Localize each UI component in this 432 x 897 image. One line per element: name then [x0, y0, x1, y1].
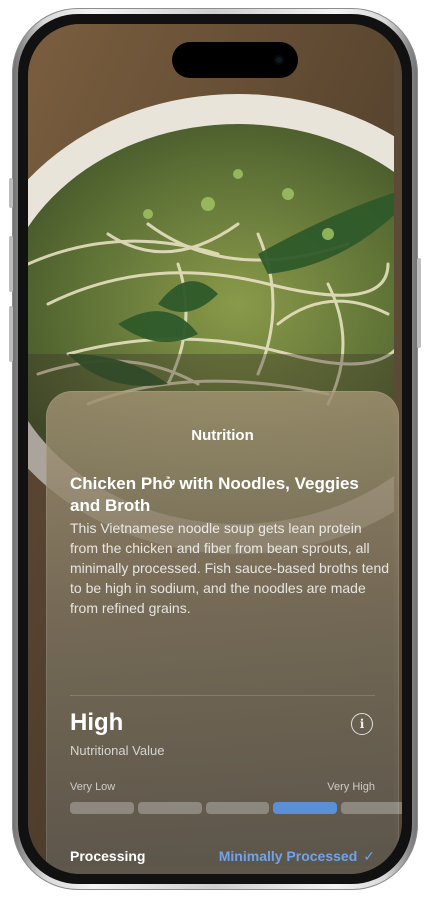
power-button [417, 258, 421, 348]
scale-segment-1 [70, 802, 134, 814]
nutrition-rating-label: Nutritional Value [70, 743, 165, 758]
divider [70, 695, 375, 696]
phone-device: Nutrition Chicken Phở with Noodles, Vegg… [9, 8, 421, 890]
nutrition-card: Nutrition Chicken Phở with Noodles, Vegg… [46, 391, 402, 874]
volume-up-button [9, 236, 13, 292]
scale-low-label: Very Low [70, 781, 116, 793]
nutrition-scale-bar [70, 802, 402, 814]
dish-description: This Vietnamese noodle soup gets lean pr… [70, 520, 390, 616]
processing-value-text: Minimally Processed [218, 848, 358, 864]
processing-label: Processing [70, 848, 146, 864]
action-button [9, 178, 13, 208]
nutrition-rating: High [70, 709, 124, 736]
camera-icon [274, 55, 284, 65]
screen: Nutrition Chicken Phở with Noodles, Vegg… [28, 24, 402, 874]
dynamic-island [172, 42, 298, 78]
scale-segment-4 [273, 802, 338, 814]
bezel: Nutrition Chicken Phở with Noodles, Vegg… [18, 14, 412, 884]
volume-down-button [9, 306, 13, 362]
dish-name: Chicken Phở with Noodles, Veggies and Br… [70, 474, 359, 515]
card-title: Nutrition [191, 427, 254, 444]
processing-value[interactable]: Minimally Processed ✓ [219, 848, 375, 865]
scale-segment-3 [205, 802, 270, 814]
scale-segment-2 [137, 802, 202, 814]
info-icon[interactable]: i [351, 713, 373, 735]
scale-high-label: Very High [327, 781, 375, 793]
checkmark-icon: ✓ [363, 848, 375, 864]
scale-segment-5 [341, 802, 402, 814]
